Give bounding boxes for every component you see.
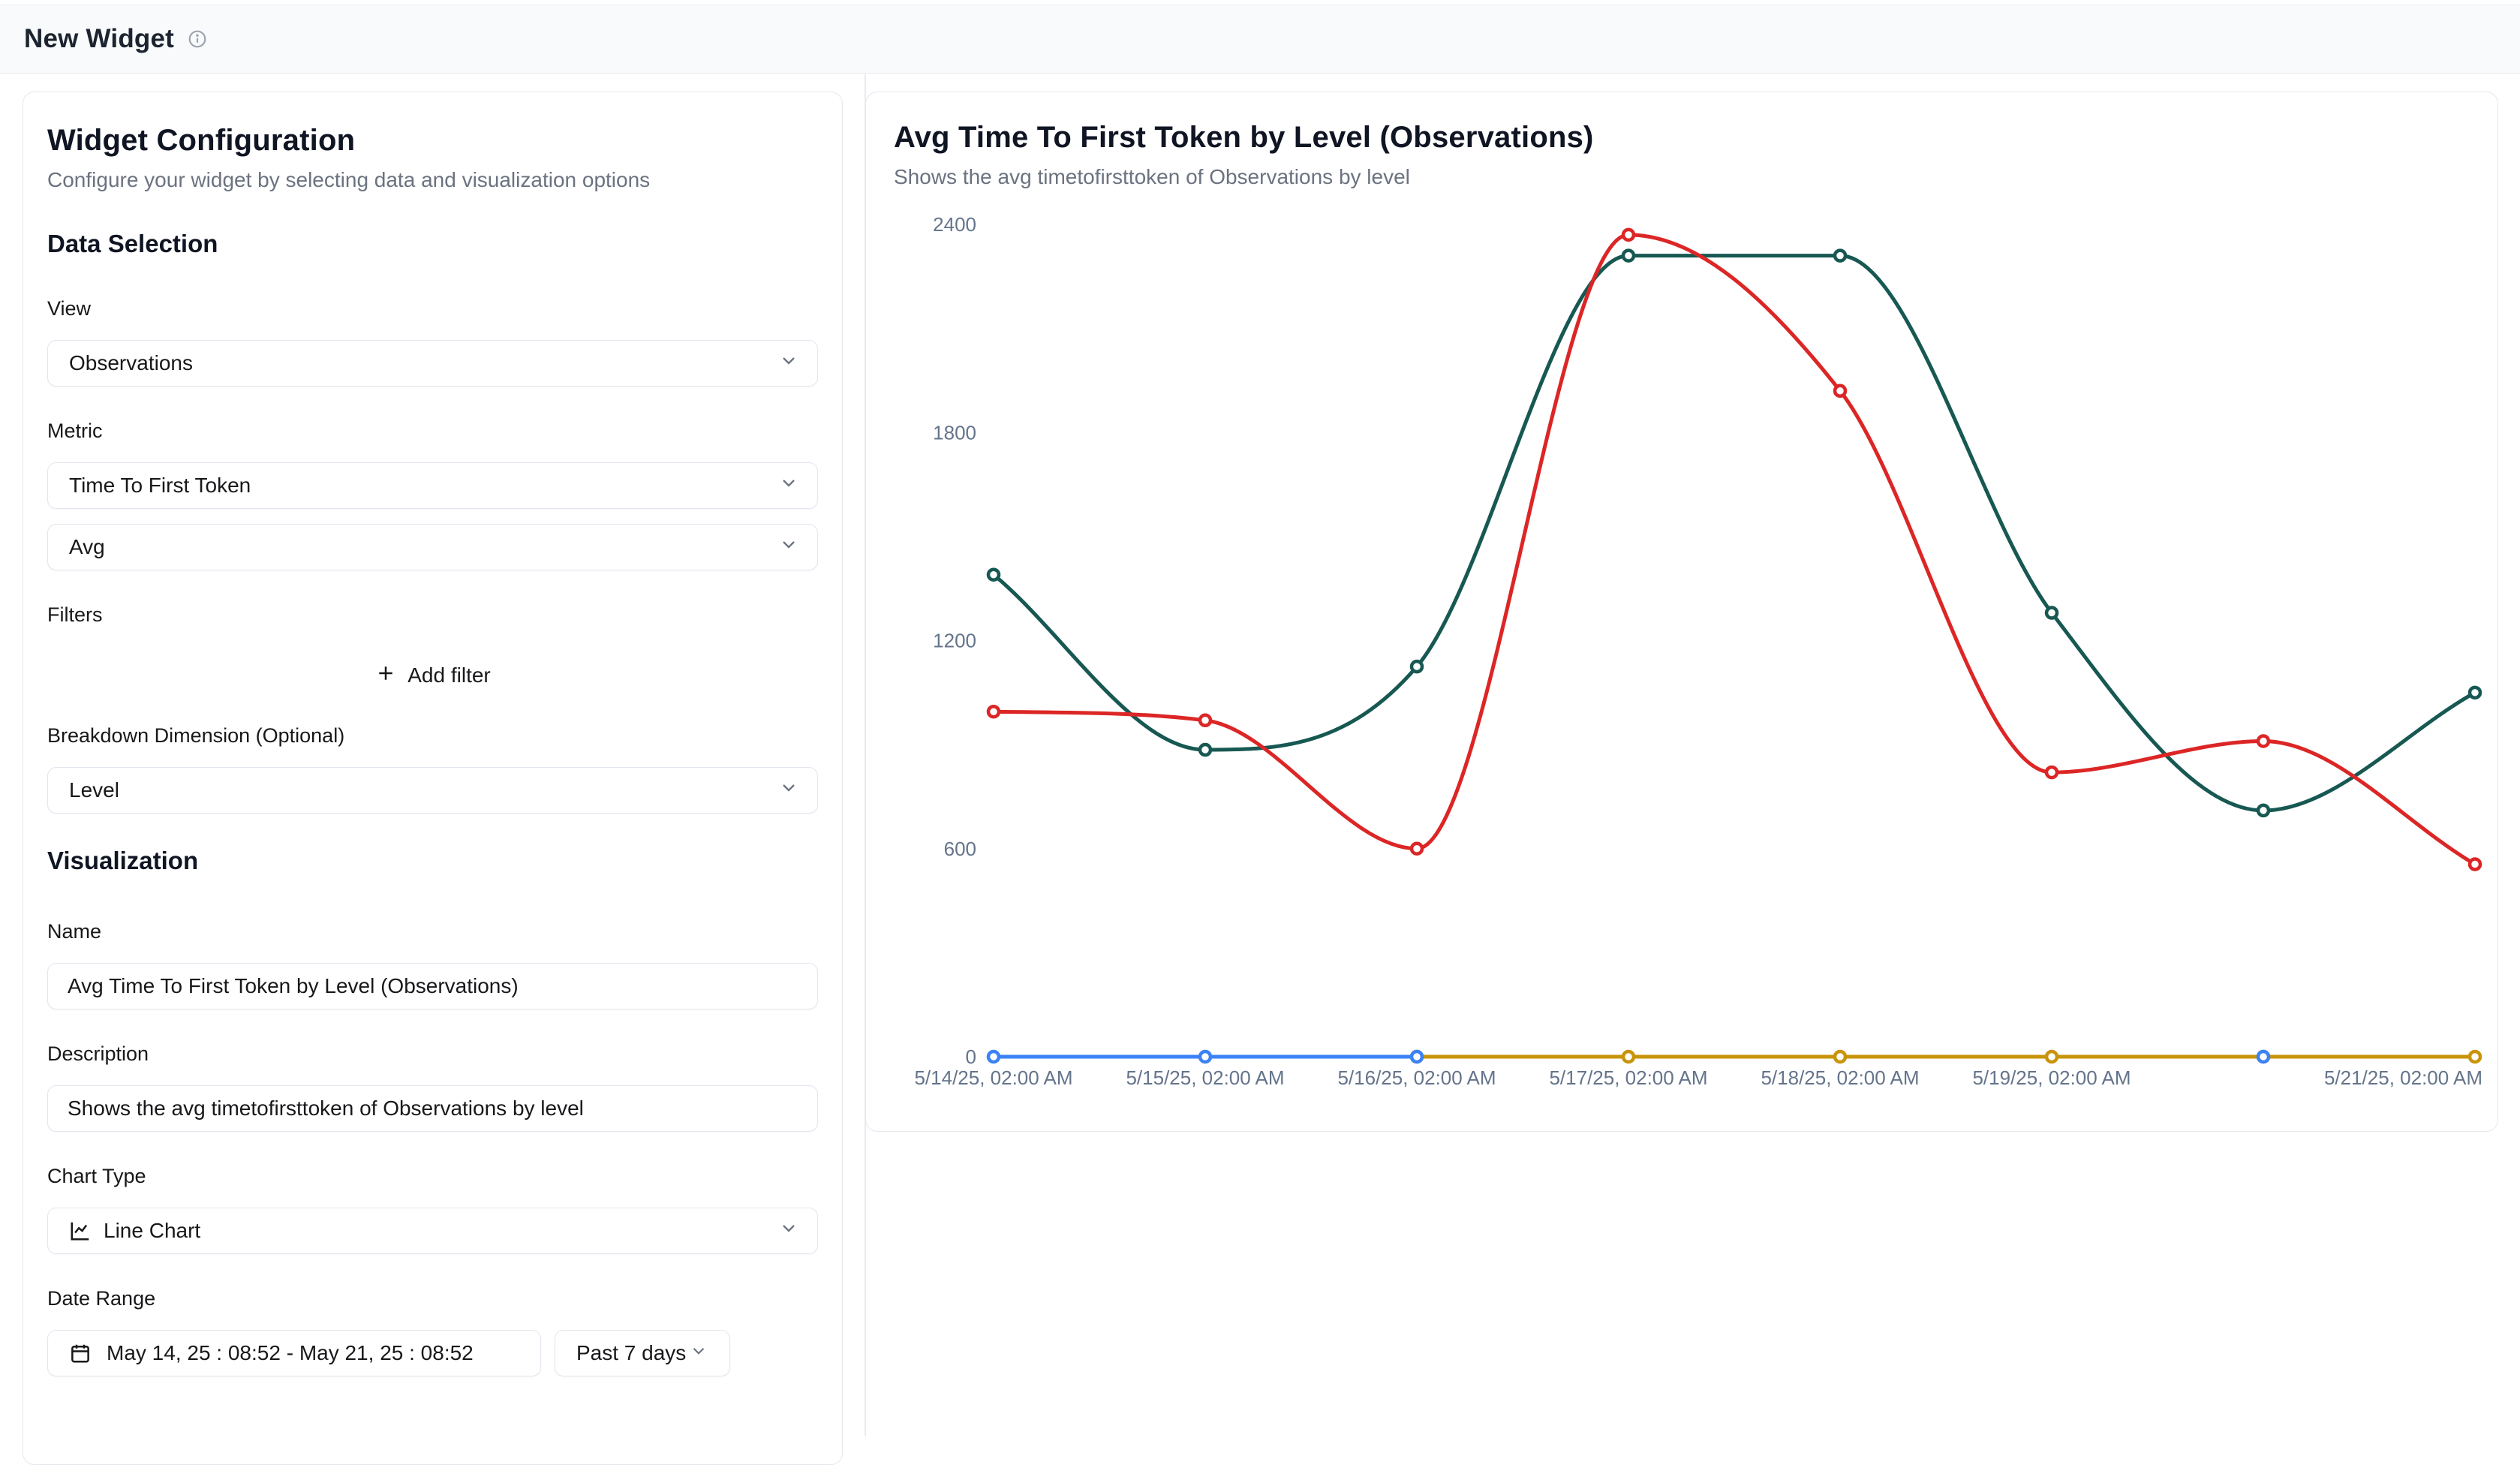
data-point-red [1200,715,1210,726]
calendar-icon [69,1342,92,1364]
chart-type-label: Chart Type [47,1165,818,1188]
data-point-orange [1623,1051,1634,1062]
plus-icon [374,662,397,690]
metric-label: Metric [47,420,818,443]
line-series-teal [994,256,2475,811]
chart-type-field: Chart Type Line Chart [47,1165,818,1254]
x-axis-tick-label: 5/18/25, 02:00 AM [1761,1066,1919,1089]
y-axis-tick-label: 0 [966,1045,976,1068]
date-range-label: Date Range [47,1287,818,1310]
chart-type-value: Line Chart [104,1219,200,1243]
name-input[interactable] [47,963,818,1009]
chart-preview-card: Avg Time To First Token by Level (Observ… [865,92,2498,1132]
y-axis-tick-label: 1800 [933,421,976,444]
breakdown-select-value: Level [69,778,119,802]
metric-select-value: Time To First Token [69,474,251,498]
data-point-red [2470,859,2480,870]
line-chart: 0 600 1200 1800 2400 5/14/25, 02:00 AM 5/15/25… [866,92,2499,1133]
filters-field: Filters Add filter [47,603,818,697]
x-axis-tick-label: 5/14/25, 02:00 AM [914,1066,1072,1089]
line-series-red [994,235,2475,865]
data-point-red [2046,767,2057,778]
date-range-value: May 14, 25 : 08:52 - May 21, 25 : 08:52 [107,1341,474,1365]
add-filter-label: Add filter [407,663,491,687]
name-field: Name [47,920,818,1009]
data-point-teal [1200,745,1210,755]
name-label: Name [47,920,818,943]
filters-label: Filters [47,603,818,627]
data-point-teal [2046,608,2057,618]
view-field: View Observations [47,297,818,387]
section-visualization: Visualization [47,847,818,875]
add-filter-button[interactable]: Add filter [47,654,818,697]
y-axis-tick-label: 1200 [933,630,976,652]
line-chart-icon [69,1220,92,1242]
y-axis-tick-label: 600 [944,838,976,860]
x-axis-tick-label: 5/19/25, 02:00 AM [1972,1066,2131,1089]
date-range-field: Date Range May 14, 25 : 08:52 - May 21, … [47,1287,818,1376]
config-title: Widget Configuration [47,124,818,158]
line-chart-svg: 0 600 1200 1800 2400 5/14/25, 02:00 AM 5/15/25… [866,92,2499,1133]
description-input[interactable] [47,1085,818,1132]
info-icon[interactable] [188,29,207,49]
date-range-button[interactable]: May 14, 25 : 08:52 - May 21, 25 : 08:52 [47,1330,541,1376]
page-title: New Widget [24,24,174,54]
data-point-teal [988,570,999,580]
aggregation-select[interactable]: Avg [47,524,818,570]
data-point-orange [1835,1051,1845,1062]
description-field: Description [47,1042,818,1132]
page-header: New Widget [0,5,2520,74]
metric-select[interactable]: Time To First Token [47,462,818,509]
x-axis-tick-label: 5/15/25, 02:00 AM [1126,1066,1284,1089]
chevron-down-icon [778,778,799,804]
data-point-red [1623,230,1634,240]
data-point-teal [2470,687,2480,698]
data-point-blue [988,1051,999,1062]
config-subtitle: Configure your widget by selecting data … [47,168,818,192]
data-point-red [2258,736,2269,747]
data-point-teal [1835,251,1845,261]
data-point-red [988,706,999,717]
data-point-teal [1412,661,1422,672]
data-point-red [1835,386,1845,396]
date-preset-value: Past 7 days [576,1341,686,1365]
section-data-selection: Data Selection [47,230,818,258]
data-point-teal [2258,805,2269,816]
date-preset-select[interactable]: Past 7 days [555,1330,730,1376]
x-axis-tick-label: 5/21/25, 02:00 AM [2324,1066,2482,1089]
breakdown-select[interactable]: Level [47,767,818,814]
metric-field: Metric Time To First Token Avg [47,420,818,570]
data-point-blue [1412,1051,1422,1062]
data-point-teal [1623,251,1634,261]
chevron-down-icon [778,1218,799,1244]
aggregation-select-value: Avg [69,535,105,559]
y-axis-tick-label: 2400 [933,213,976,236]
data-point-red [1412,844,1422,854]
data-point-orange [2470,1051,2480,1062]
chart-type-select[interactable]: Line Chart [47,1208,818,1254]
breakdown-field: Breakdown Dimension (Optional) Level [47,724,818,814]
chevron-down-icon [778,473,799,499]
chevron-down-icon [778,350,799,377]
view-label: View [47,297,818,320]
data-point-blue [1200,1051,1210,1062]
chevron-down-icon [689,1341,708,1366]
x-axis-tick-label: 5/17/25, 02:00 AM [1549,1066,1707,1089]
view-select[interactable]: Observations [47,340,818,387]
description-label: Description [47,1042,818,1066]
widget-configuration-card: Widget Configuration Configure your widg… [23,92,843,1465]
view-select-value: Observations [69,351,193,375]
data-point-orange [2046,1051,2057,1062]
data-point-blue [2258,1051,2269,1062]
chevron-down-icon [778,534,799,561]
breakdown-label: Breakdown Dimension (Optional) [47,724,818,748]
x-axis-tick-label: 5/16/25, 02:00 AM [1337,1066,1496,1089]
